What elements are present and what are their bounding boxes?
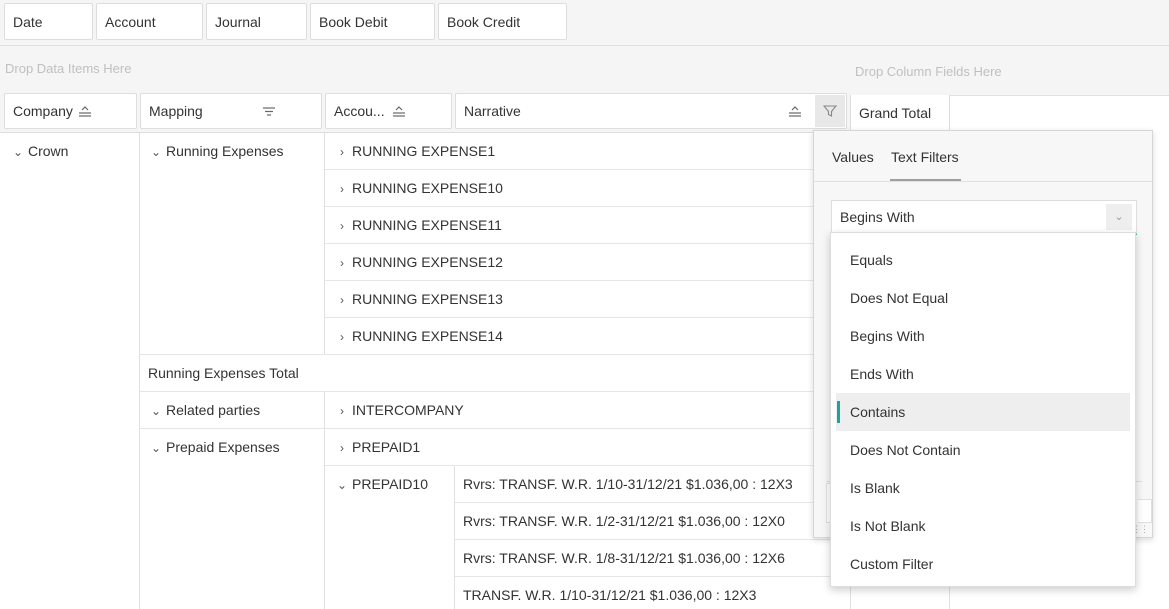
account-row[interactable]: › RUNNING EXPENSE10 [334,170,503,208]
chevron-right-icon[interactable]: › [334,430,350,467]
option-does-not-contain[interactable]: Does Not Contain [836,431,1130,469]
row-header-company[interactable]: Company [4,93,137,129]
option-equals[interactable]: Equals [836,241,1130,279]
tab-values[interactable]: Values [832,149,874,165]
pivot-grid: ⌄ Crown ⌄ Running Expenses › RUNNING EXPENS… [0,132,850,609]
account-label: RUNNING EXPENSE10 [352,180,503,196]
condition-select[interactable]: Begins With ⌄ [831,200,1137,235]
account-row[interactable]: › RUNNING EXPENSE11 [334,207,502,245]
option-does-not-equal[interactable]: Does Not Equal [836,279,1130,317]
drop-column-hint[interactable]: Drop Column Fields Here [855,64,1002,79]
sort-icon[interactable] [788,104,802,118]
row-header-account-label: Accou... [334,103,385,119]
account-label: PREPAID1 [352,439,421,455]
account-row[interactable]: › RUNNING EXPENSE1 [334,133,495,171]
condition-select-value: Begins With [840,209,915,225]
sort-icon[interactable] [392,104,406,118]
company-row[interactable]: ⌄ Crown [10,133,69,171]
tab-divider [814,181,1152,182]
chevron-down-icon[interactable]: ⌄ [1106,204,1132,230]
tab-text-filters[interactable]: Text Filters [891,149,959,165]
narrative-row[interactable]: Rvrs: TRANSF. W.R. 1/8-31/12/21 $1.036,0… [463,540,785,577]
condition-dropdown: Equals Does Not Equal Begins With Ends W… [830,232,1136,587]
mapping-label: Related parties [166,402,261,418]
account-row[interactable]: ⌄ PREPAID10 [334,466,428,504]
field-chip-book-credit[interactable]: Book Credit [438,3,567,40]
mapping-label: Prepaid Expenses [166,439,280,455]
account-label: RUNNING EXPENSE14 [352,328,503,344]
account-label: RUNNING EXPENSE13 [352,291,503,307]
account-row[interactable]: › RUNNING EXPENSE13 [334,281,503,319]
row-header-mapping[interactable]: Mapping [140,93,322,129]
chevron-right-icon[interactable]: › [334,393,350,430]
drop-data-hint[interactable]: Drop Data Items Here [5,61,131,76]
account-label: RUNNING EXPENSE1 [352,143,496,159]
chevron-down-icon[interactable]: ⌄ [148,134,164,171]
chevron-down-icon[interactable]: ⌄ [334,467,350,504]
mapping-related-parties[interactable]: ⌄ Related parties [148,392,260,430]
account-label: RUNNING EXPENSE11 [352,217,502,233]
account-row[interactable]: › RUNNING EXPENSE14 [334,318,503,356]
account-label: INTERCOMPANY [352,402,464,418]
narrative-row[interactable]: TRANSF. W.R. 1/10-31/12/21 $1.036,00 : 1… [463,577,756,609]
row-header-company-label: Company [13,103,73,119]
mapping-label: Running Expenses [166,143,284,159]
narrative-row[interactable]: Rvrs: TRANSF. W.R. 1/2-31/12/21 $1.036,0… [463,503,785,540]
filter-lines-icon[interactable] [262,104,276,118]
account-row[interactable]: › RUNNING EXPENSE12 [334,244,503,282]
column-header-filler [950,95,1169,132]
field-chip-book-debit[interactable]: Book Debit [310,3,435,40]
account-label: PREPAID10 [352,476,428,492]
field-chip-date[interactable]: Date [4,3,93,40]
mapping-running-expenses[interactable]: ⌄ Running Expenses [148,133,284,171]
option-contains[interactable]: Contains [836,393,1130,431]
filter-button[interactable] [815,95,845,127]
option-is-not-blank[interactable]: Is Not Blank [836,507,1130,545]
row-header-account[interactable]: Accou... [325,93,452,129]
account-row[interactable]: › PREPAID1 [334,429,420,467]
option-custom-filter[interactable]: Custom Filter [836,545,1130,583]
sort-icon[interactable] [78,104,92,118]
running-expenses-total: Running Expenses Total [148,365,299,381]
grand-total-header[interactable]: Grand Total [850,95,950,132]
chevron-down-icon[interactable]: ⌄ [148,393,164,430]
option-begins-with[interactable]: Begins With [836,317,1130,355]
account-label: RUNNING EXPENSE12 [352,254,503,270]
account-row[interactable]: › INTERCOMPANY [334,392,464,430]
chevron-right-icon[interactable]: › [334,245,350,282]
narrative-row[interactable]: Rvrs: TRANSF. W.R. 1/10-31/12/21 $1.036,… [463,466,793,503]
option-ends-with[interactable]: Ends With [836,355,1130,393]
company-label: Crown [28,143,69,159]
chevron-right-icon[interactable]: › [334,171,350,208]
chevron-right-icon[interactable]: › [334,134,350,171]
mapping-prepaid-expenses[interactable]: ⌄ Prepaid Expenses [148,429,280,467]
row-header-narrative-label: Narrative [464,103,521,119]
chevron-down-icon[interactable]: ⌄ [10,134,26,171]
row-header-narrative[interactable]: Narrative [455,93,847,129]
field-chip-account[interactable]: Account [96,3,203,40]
panel-footer-button-right[interactable] [1138,499,1152,523]
chevron-right-icon[interactable]: › [334,208,350,245]
filter-icon [823,105,837,117]
row-header-mapping-label: Mapping [149,103,203,119]
chevron-right-icon[interactable]: › [334,282,350,319]
option-is-blank[interactable]: Is Blank [836,469,1130,507]
chevron-right-icon[interactable]: › [334,319,350,356]
field-list-bar: Date Account Journal Book Debit Book Cre… [0,0,1169,46]
field-chip-journal[interactable]: Journal [206,3,307,40]
chevron-down-icon[interactable]: ⌄ [148,430,164,467]
